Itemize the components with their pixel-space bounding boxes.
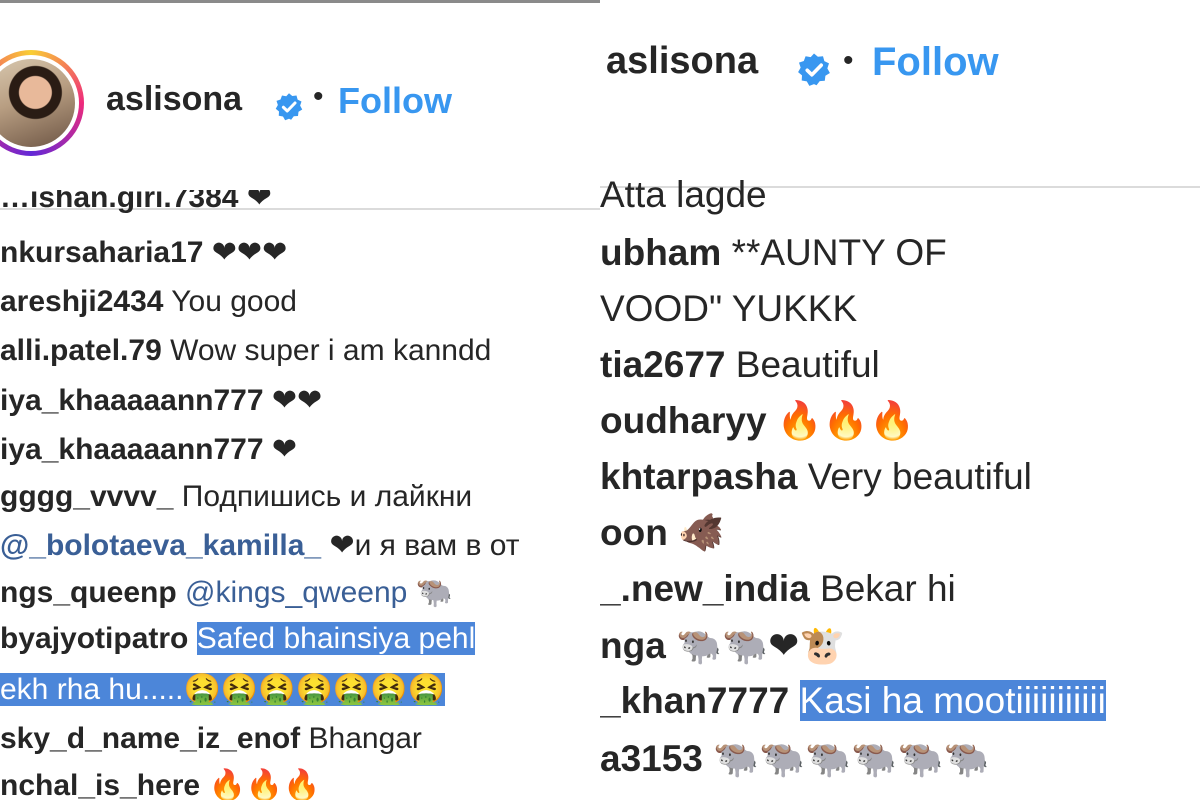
comment-username[interactable]: oon — [600, 512, 668, 553]
comment-row: khtarpasha Very beautiful — [600, 456, 1032, 498]
post-header: aslisona • Follow — [600, 30, 1200, 188]
comment-username[interactable]: iya_khaaaaann777 — [0, 384, 264, 417]
comment-row: _khan7777 Kasi ha mootiiiiiiiiiii — [600, 680, 1106, 722]
comment-text: 🔥🔥🔥 — [208, 769, 321, 800]
right-screenshot-panel: aslisona • Follow Atta lagde ubham **AUN… — [600, 0, 1200, 800]
post-header: aslisona • Follow — [0, 40, 600, 210]
comment-text: VOOD" YUKKK — [600, 288, 858, 329]
comment-row: a3153 🐃🐃🐃🐃🐃🐃 — [600, 738, 990, 781]
comment-text: Atta lagde — [600, 176, 767, 215]
comment-list[interactable]: Atta lagde ubham **AUNTY OF VOOD" YUKKK … — [600, 176, 1200, 800]
comment-username[interactable]: sky_d_name_iz_enof — [0, 722, 300, 755]
comment-username[interactable]: _khan7777 — [600, 680, 789, 721]
comment-username[interactable]: …ishan.giri.7384 — [0, 190, 238, 214]
comment-text: 🐃🐃🐃🐃🐃🐃 — [713, 738, 990, 779]
comment-text: ❤ — [271, 433, 298, 466]
comment-text: ❤и я вам в от — [329, 529, 520, 562]
comment-row: VOOD" YUKKK — [600, 288, 857, 330]
comment-username[interactable]: areshji2434 — [0, 285, 163, 318]
comment-text: 🐃🐃❤🐮 — [676, 625, 846, 666]
comment-row: …ishan.giri.7384 ❤ — [0, 190, 272, 215]
comment-text-highlighted: ekh rha hu.....🤮🤮🤮🤮🤮🤮🤮 — [0, 673, 445, 706]
comment-row: alli.patel.79 Wow super i am kanndd — [0, 334, 491, 368]
comment-row: byajyotipatro Safed bhainsiya pehl — [0, 622, 476, 656]
comment-username[interactable]: ubham — [600, 232, 721, 273]
profile-username[interactable]: aslisona — [106, 80, 242, 119]
verified-badge-icon — [798, 53, 830, 86]
profile-username[interactable]: aslisona — [606, 40, 758, 83]
comment-row: Atta lagde — [600, 176, 767, 216]
comment-row: gggg_vvvv_ Подпишись и лайкни — [0, 480, 472, 514]
comment-row: ekh rha hu.....🤮🤮🤮🤮🤮🤮🤮 — [0, 672, 445, 707]
comment-row: ngs_queenp @kings_qweenp 🐃 — [0, 575, 453, 610]
comment-row: tia2677 Beautiful — [600, 344, 880, 386]
comment-text: Bekar hi — [820, 568, 956, 609]
comment-text: Very beautiful — [807, 456, 1032, 497]
profile-photo — [0, 59, 75, 147]
comment-username[interactable]: nkursaharia17 — [0, 236, 203, 269]
comment-row: sky_d_name_iz_enof Bhangar — [0, 722, 422, 756]
comment-text-highlighted: Safed bhainsiya pehl — [196, 622, 476, 655]
comment-text: Wow super i am kanndd — [170, 334, 492, 367]
comment-row: iya_khaaaaann777 ❤❤ — [0, 383, 322, 418]
comment-row: iya_khaaaaann777 ❤ — [0, 432, 297, 467]
comment-username[interactable]: gggg_vvvv_ — [0, 480, 173, 513]
comment-username[interactable]: a3153 — [600, 738, 703, 779]
comment-text: You good — [171, 285, 297, 318]
verified-badge-icon — [275, 93, 303, 121]
comment-username[interactable]: khtarpasha — [600, 456, 797, 497]
comment-row: oudharyy 🔥🔥🔥 — [600, 400, 915, 443]
comment-row: nchal_is_here 🔥🔥🔥 — [0, 768, 321, 800]
comment-text: Bhangar — [308, 722, 422, 755]
comment-text-highlighted: Kasi ha mootiiiiiiiiiii — [799, 680, 1106, 721]
comment-text: **AUNTY OF — [731, 232, 947, 273]
separator-dot: • — [313, 80, 324, 113]
comment-row: @_bolotaeva_kamilla_ ❤и я вам в от — [0, 528, 520, 563]
comment-username[interactable]: alli.patel.79 — [0, 334, 162, 367]
comment-text: ❤ — [246, 190, 272, 214]
follow-button[interactable]: Follow — [338, 80, 452, 122]
separator-dot: • — [843, 44, 854, 77]
comment-text: ❤❤❤ — [211, 236, 288, 269]
comment-username[interactable]: byajyotipatro — [0, 622, 188, 655]
left-screenshot-panel: aslisona • Follow …ishan.giri.7384 ❤ nku… — [0, 0, 600, 800]
comment-username[interactable]: _.new_india — [600, 568, 810, 609]
comment-username[interactable]: @_bolotaeva_kamilla_ — [0, 529, 321, 562]
comment-text: 🔥🔥🔥 — [776, 400, 916, 441]
comment-username[interactable]: iya_khaaaaann777 — [0, 433, 264, 466]
comment-row: nga 🐃🐃❤🐮 — [600, 624, 845, 668]
comment-username[interactable]: oudharyy — [600, 400, 767, 441]
comment-username[interactable]: nchal_is_here — [0, 769, 200, 800]
avatar[interactable] — [0, 50, 84, 156]
comment-row: _.new_india Bekar hi — [600, 568, 956, 610]
comment-row: ubham **AUNTY OF — [600, 232, 947, 274]
comment-username[interactable]: tia2677 — [600, 344, 726, 385]
follow-button[interactable]: Follow — [872, 40, 999, 85]
comment-text: @kings_qweenp 🐃 — [185, 576, 453, 609]
top-border — [0, 0, 600, 3]
comment-list[interactable]: …ishan.giri.7384 ❤ nkursaharia17 ❤❤❤ are… — [0, 190, 600, 800]
comment-row: oon 🐗 — [600, 512, 724, 555]
comment-text: Подпишись и лайкни — [181, 480, 473, 513]
comment-username[interactable]: ngs_queenp — [0, 576, 177, 609]
comment-row: nkursaharia17 ❤❤❤ — [0, 235, 287, 270]
comment-text: ❤❤ — [271, 384, 323, 417]
comment-username[interactable]: nga — [600, 625, 666, 666]
comment-row: areshji2434 You good — [0, 285, 297, 319]
comment-text: Beautiful — [735, 344, 880, 385]
comment-text: 🐗 — [678, 512, 725, 553]
